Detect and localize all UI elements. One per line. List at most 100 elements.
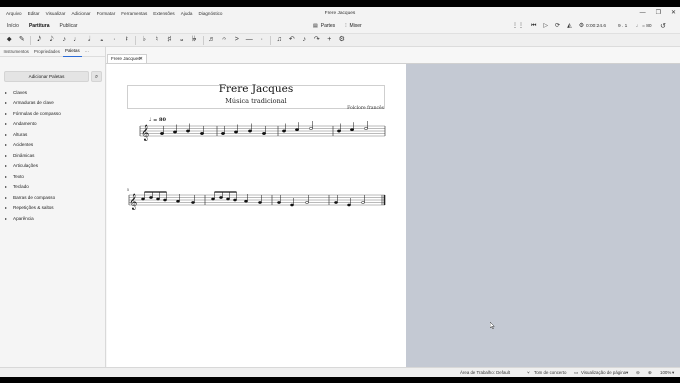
screen-frame: Arquivo Editar Visualizar Adicionar Form… — [0, 0, 680, 383]
rest-icon[interactable]: 𝄽 — [121, 33, 134, 47]
palette-item[interactable]: ▸ Repetições & saltos — [5, 203, 100, 214]
note-input-mode-icon[interactable]: ⬥ — [3, 33, 16, 47]
view-mode-selector[interactable]: Visualização de página — [581, 368, 626, 377]
palette-label: Articulações — [13, 163, 39, 169]
palette-item[interactable]: ▸ Claves — [5, 87, 100, 98]
playback-settings-icon[interactable]: ⋮⋮ — [512, 20, 524, 33]
play-icon[interactable]: ▷ — [543, 20, 548, 33]
tab-palettes[interactable]: Paletas — [62, 46, 83, 57]
zoom-out-icon[interactable]: ⊖ — [636, 368, 640, 377]
workspace-selector[interactable]: Área de Trabalho: Default — [460, 368, 510, 377]
rewind-icon[interactable]: ⏮ — [531, 20, 536, 33]
menu-plugins[interactable]: Extensões — [150, 7, 177, 20]
tab-home[interactable]: Início — [2, 20, 24, 34]
add-icon[interactable]: + — [323, 33, 336, 47]
chevron-down-icon[interactable]: ▾ — [672, 368, 674, 377]
canvas-background[interactable] — [406, 64, 680, 377]
whole-note-icon[interactable]: 𝅝 — [96, 33, 109, 47]
palette-item[interactable]: ▸ Aparência — [5, 213, 100, 224]
palette-item[interactable]: ▸ Teclado — [5, 182, 100, 193]
sixteenth-note-icon[interactable]: 𝅘𝅥𝅮 — [46, 33, 59, 47]
eighth-note-icon[interactable]: ♪ — [58, 33, 71, 47]
voice-icon[interactable]: ♪ — [298, 33, 311, 47]
tuning-fork-icon: ⑂ — [527, 370, 530, 375]
panel-tabs: Instrumentos Propriedades Paletas ··· — [0, 47, 105, 57]
half-note-icon[interactable]: 𝅗𝅥 — [83, 33, 96, 47]
mixer-button[interactable]: ⫶ Mixer — [345, 20, 362, 33]
flip-direction-icon[interactable]: ↶ — [286, 33, 299, 47]
close-window-button[interactable]: ✕ — [671, 7, 676, 20]
tab-instruments[interactable]: Instrumentos — [1, 47, 31, 57]
palette-label: Teclado — [13, 184, 29, 190]
palette-label: Armaduras de clave — [13, 100, 54, 106]
redo-direction-icon[interactable]: ↷ — [311, 33, 324, 47]
palette-item[interactable]: ▸ Acidentes — [5, 140, 100, 151]
palette-item[interactable]: ▸ Dinâmicas — [5, 150, 100, 161]
tab-publish[interactable]: Publicar — [55, 20, 83, 34]
menu-help[interactable]: Ajuda — [178, 7, 196, 20]
augmentation-dot-icon[interactable]: · — [108, 33, 121, 47]
chevron-down-icon[interactable]: ▾ — [626, 368, 628, 377]
metronome-icon[interactable]: ◭ — [567, 20, 572, 33]
expand-arrow-icon: ▸ — [5, 142, 8, 148]
minimize-button[interactable]: — — [640, 7, 646, 20]
customize-toolbar-icon[interactable]: ⚙ — [336, 33, 349, 47]
concert-pitch-toggle[interactable]: Tom de concerto — [534, 368, 566, 377]
palette-item[interactable]: ▸ Alturas — [5, 129, 100, 140]
palette-item[interactable]: ▸ Articulações — [5, 161, 100, 172]
menu-diagnostic[interactable]: Diagnóstico — [195, 7, 225, 20]
menu-edit[interactable]: Editar — [25, 7, 43, 20]
loop-icon[interactable]: ⟳ — [555, 20, 560, 33]
parts-icon: ▤ — [313, 23, 318, 29]
playback-options-icon[interactable]: ⚙ — [579, 20, 584, 33]
score-page[interactable]: Frere Jacques Música tradicional Folclor… — [107, 64, 406, 377]
natural-icon[interactable]: ♮ — [151, 33, 164, 47]
flat-icon[interactable]: ♭ — [138, 33, 151, 47]
palette-item[interactable]: ▸ Texto — [5, 171, 100, 182]
document-tab[interactable]: Frere Jacques ✕ — [107, 54, 147, 63]
tempo-display: ♩ = 80 — [636, 24, 652, 29]
palette-label: Barras de compasso — [13, 194, 56, 200]
status-bar: Área de Trabalho: Default ⑂ Tom de conce… — [0, 367, 680, 377]
zoom-level[interactable]: 100% — [660, 368, 671, 377]
quarter-note-icon[interactable]: ♩ — [71, 33, 84, 47]
slur-icon[interactable]: 𝄐 — [218, 33, 231, 47]
close-tab-icon[interactable]: ✕ — [139, 55, 143, 63]
menu-file[interactable]: Arquivo — [3, 7, 25, 20]
notation-canvas[interactable]: 𝄞 𝄞 — [107, 64, 406, 377]
staccato-icon[interactable]: · — [256, 33, 269, 47]
title-bar: Arquivo Editar Visualizar Adicionar Form… — [0, 7, 680, 20]
maximize-button[interactable]: ❐ — [656, 7, 661, 20]
expand-arrow-icon: ▸ — [5, 121, 8, 127]
double-flat-icon[interactable]: 𝄫 — [188, 33, 201, 47]
tab-properties[interactable]: Propriedades — [31, 47, 62, 57]
tuplet-icon[interactable]: ♫ — [273, 33, 286, 47]
menu-format[interactable]: Formatar — [94, 7, 119, 20]
menu-tools[interactable]: Ferramentas — [118, 7, 150, 20]
search-icon[interactable]: ⌕ — [91, 71, 102, 82]
tenuto-icon[interactable]: — — [243, 33, 256, 47]
double-sharp-icon[interactable]: 𝄪 — [176, 33, 189, 47]
palette-item[interactable]: ▸ Andamento — [5, 119, 100, 130]
notes-system-1 — [160, 121, 368, 135]
menu-add[interactable]: Adicionar — [68, 7, 93, 20]
tie-icon[interactable]: ♬ — [206, 33, 219, 47]
mouse-cursor-icon — [490, 322, 495, 329]
toolbar-divider — [30, 35, 31, 45]
add-palettes-button[interactable]: Adicionar Paletas — [4, 71, 89, 82]
accent-icon[interactable]: > — [231, 33, 244, 47]
staff-system-2 — [129, 194, 385, 206]
palette-item[interactable]: ▸ Barras de compasso — [5, 192, 100, 203]
zoom-in-icon[interactable]: ⊕ — [648, 368, 652, 377]
pen-icon[interactable]: ✎ — [16, 33, 29, 47]
palette-item[interactable]: ▸ Armaduras de clave — [5, 98, 100, 109]
sixty-fourth-note-icon[interactable]: 𝅘𝅥𝅯 — [33, 33, 46, 47]
sharp-icon[interactable]: ♯ — [163, 33, 176, 47]
expand-arrow-icon: ▸ — [5, 205, 8, 211]
tab-more[interactable]: ··· — [82, 47, 91, 57]
palette-item[interactable]: ▸ Fórmulas de compasso — [5, 108, 100, 119]
undo-icon[interactable]: ↺ — [660, 20, 666, 33]
parts-button[interactable]: ▤ Partes — [313, 20, 335, 33]
tab-score[interactable]: Partitura — [23, 20, 55, 34]
menu-view[interactable]: Visualizar — [43, 7, 69, 20]
